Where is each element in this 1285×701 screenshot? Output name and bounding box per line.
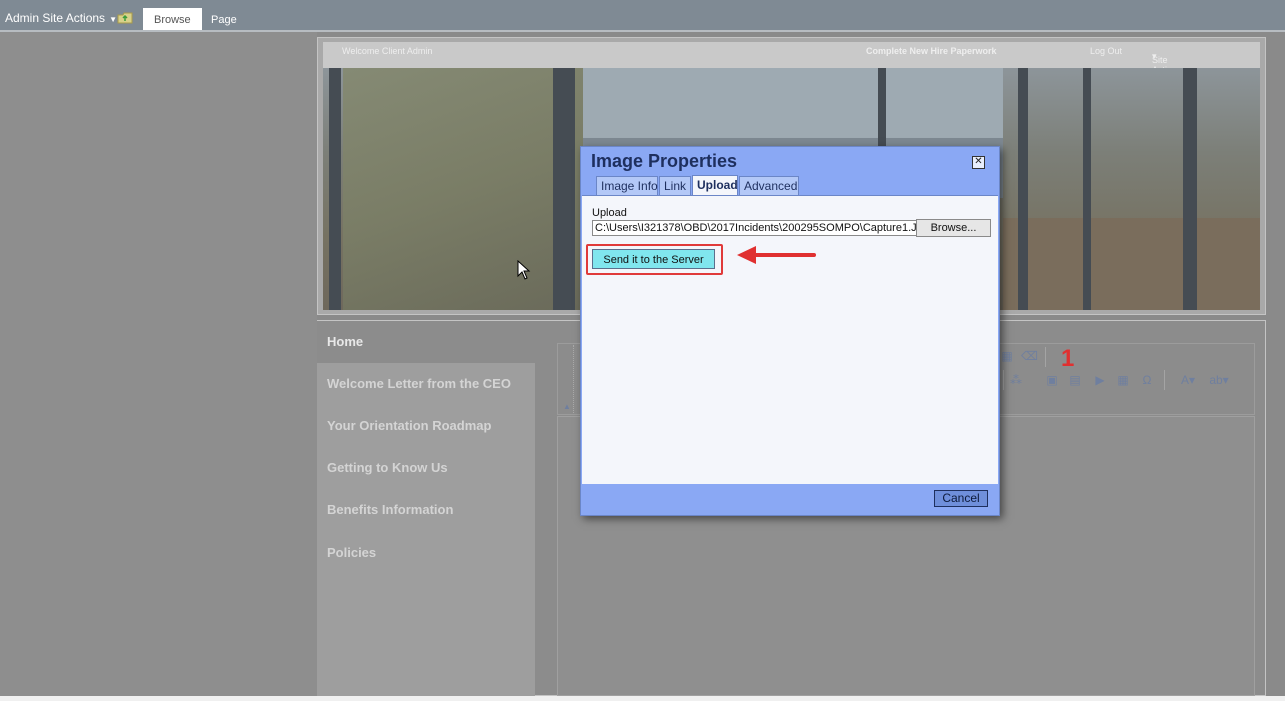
insert-flash-icon[interactable]: ▤ [1068,373,1082,387]
ribbon-bar: Admin Site Actions ▼ Browse Page [0,0,1285,30]
annotation-arrow-icon [737,246,816,264]
special-format-icon[interactable]: ⁂ [1009,373,1023,387]
tab-advanced[interactable]: Advanced [739,176,799,195]
tab-image-info[interactable]: Image Info [596,176,658,195]
tab-browse[interactable]: Browse [143,8,202,30]
insert-media-icon[interactable]: ▶ [1093,373,1107,387]
table-icon[interactable]: ▦ [1000,349,1014,363]
nav-item-welcome-letter[interactable]: Welcome Letter from the CEO [317,363,535,405]
site-actions-link[interactable]: Site Actions ▾ [1152,51,1182,75]
upload-file-input[interactable]: C:\Users\I321378\OBD\2017Incidents\20029… [592,220,918,236]
banner-window-post [1183,68,1197,310]
banner-office-floor [1003,218,1260,310]
image-properties-dialog: Image Properties ✕ Image Info Link Uploa… [580,146,1000,516]
banner-window-post [1018,68,1028,310]
dialog-body: Upload C:\Users\I321378\OBD\2017Incident… [582,195,998,486]
tab-link[interactable]: Link [659,176,691,195]
eraser-icon[interactable]: ⌫ [1021,349,1038,363]
nav-item-home[interactable]: Home [317,321,535,363]
nav-item-benefits[interactable]: Benefits Information [317,489,535,531]
banner-hillside [343,68,583,310]
admin-site-actions-menu[interactable]: Admin Site Actions ▼ [5,11,117,25]
banner-window-post [1083,68,1091,310]
collapse-triangle-icon: ▲ [563,402,571,411]
site-top-bar: Welcome Client Admin Complete New Hire P… [323,42,1260,75]
toolbar-separator [1045,347,1046,367]
banner-window-post [329,68,341,310]
toolbar-separator [1164,370,1165,390]
annotation-step-1: 1 [1061,345,1075,372]
dialog-footer: Cancel [582,484,998,514]
special-char-icon[interactable]: Ω [1140,373,1154,387]
toolbar-collapse-handle[interactable]: ▲ [561,345,574,413]
navigate-up-folder-icon[interactable] [117,11,133,24]
insert-table-icon[interactable]: ▦ [1116,373,1130,387]
highlight-color-icon[interactable]: ab▾ [1207,373,1231,387]
welcome-text: Welcome Client Admin [342,46,433,56]
chevron-down-icon: ▼ [109,15,117,24]
logout-link[interactable]: Log Out [1090,46,1122,56]
toolbar-separator [1003,370,1004,390]
page-left-margin [0,32,317,696]
send-to-server-button[interactable]: Send it to the Server [592,249,715,269]
text-color-icon[interactable]: A▾ [1177,373,1199,387]
new-hire-paperwork-link[interactable]: Complete New Hire Paperwork [866,46,997,56]
admin-site-actions-label: Admin Site Actions [5,11,106,25]
status-strip [0,696,1285,701]
cancel-button[interactable]: Cancel [934,490,988,507]
banner-sky [583,68,1003,148]
upload-label: Upload [592,207,627,219]
nav-item-policies[interactable]: Policies [317,532,535,574]
insert-image-icon[interactable]: ▣ [1045,373,1059,387]
browse-button[interactable]: Browse... [916,219,991,237]
tab-page[interactable]: Page [200,8,248,30]
nav-item-orientation-roadmap[interactable]: Your Orientation Roadmap [317,405,535,447]
close-icon[interactable]: ✕ [972,156,985,169]
dialog-title: Image Properties [591,151,738,171]
nav-item-getting-to-know-us[interactable]: Getting to Know Us [317,447,535,489]
left-navigation: Home Welcome Letter from the CEO Your Or… [317,321,535,696]
banner-window-post [553,68,575,310]
tab-upload[interactable]: Upload [692,175,738,196]
mouse-cursor-icon [517,260,531,280]
